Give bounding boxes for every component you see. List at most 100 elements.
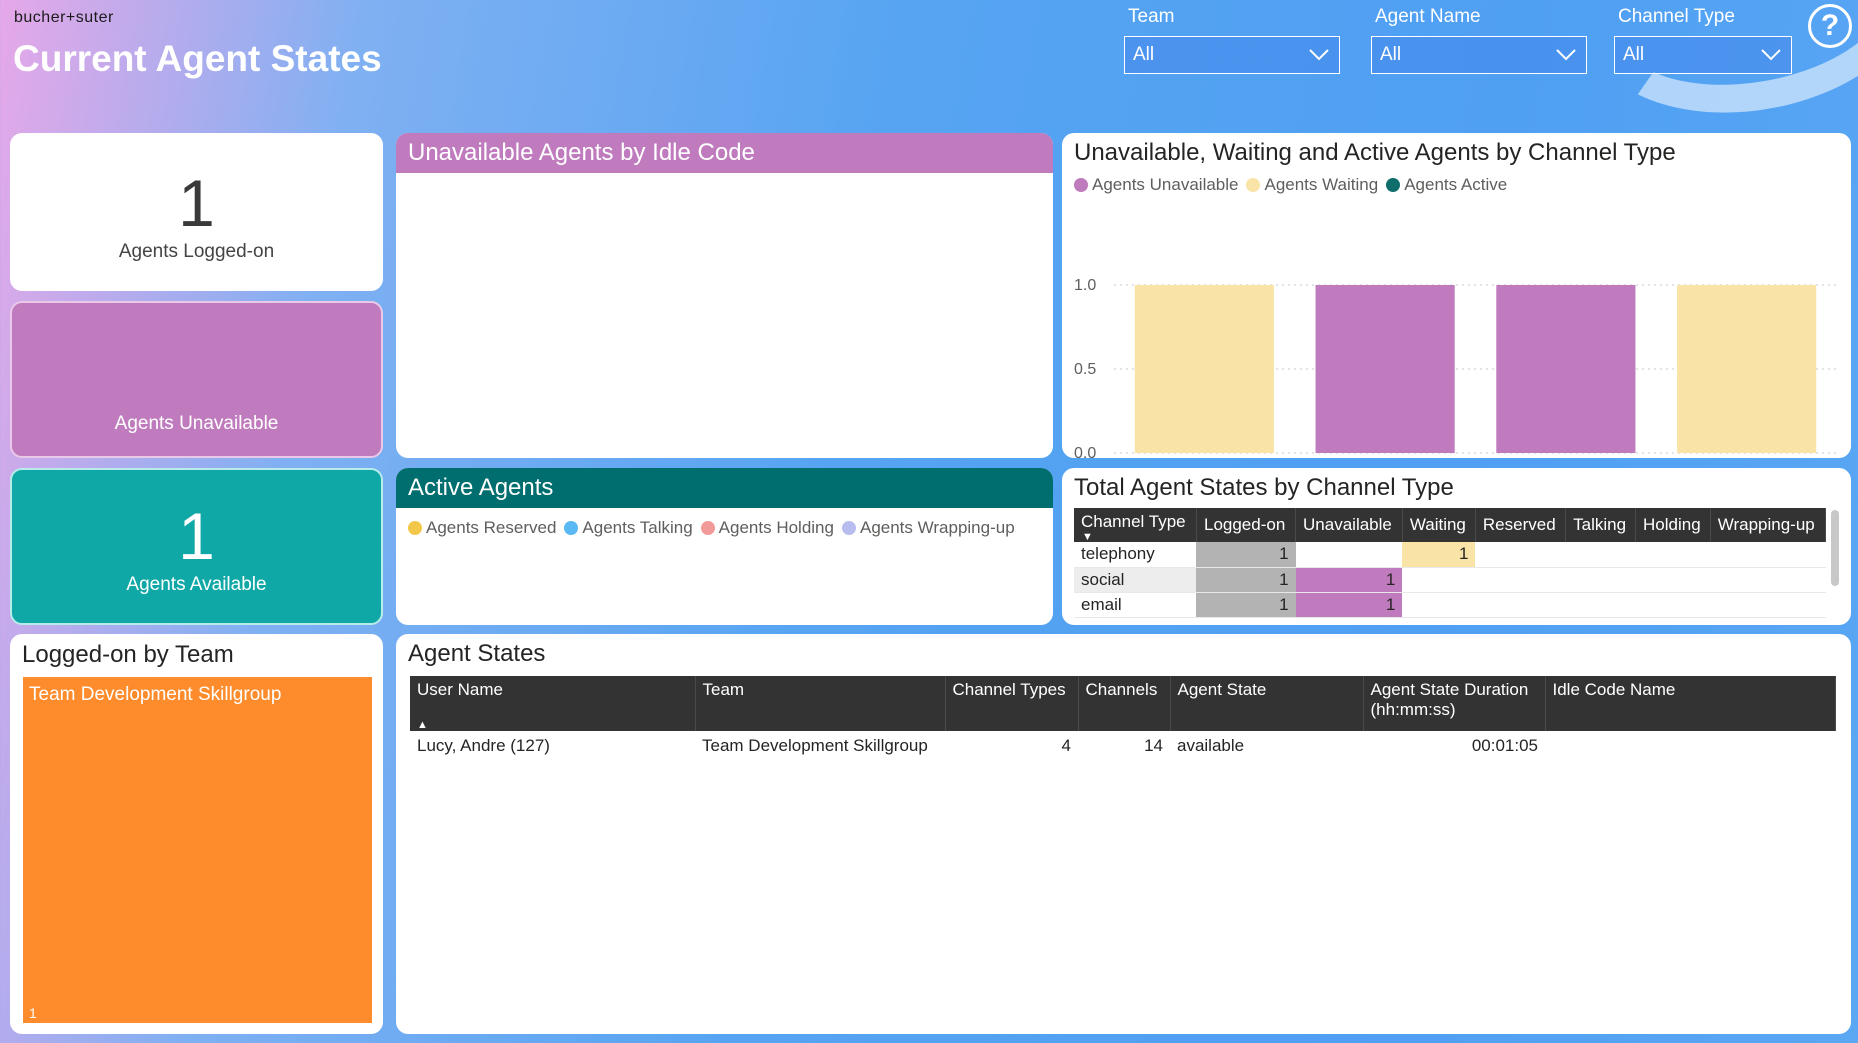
agent-states-panel: Agent States User Name ▲ Team Channel Typ… bbox=[396, 634, 1851, 1034]
channel-bar-chart: 1.00.50.0telephonysocialemailchatChannel… bbox=[1074, 277, 1837, 458]
y-tick-label: 1.0 bbox=[1074, 277, 1096, 294]
logged-on-by-team-panel: Logged-on by Team Team Development Skill… bbox=[10, 634, 383, 1034]
bar bbox=[1134, 285, 1274, 453]
channel-chart-panel: Unavailable, Waiting and Active Agents b… bbox=[1062, 133, 1851, 458]
table-cell bbox=[1565, 567, 1636, 593]
legend-item-wrapping-up[interactable]: Agents Wrapping-up bbox=[841, 518, 1015, 538]
table-row[interactable]: telephony 1 1 bbox=[1074, 542, 1826, 568]
col-team[interactable]: Team bbox=[695, 676, 946, 731]
table-cell: Lucy, Andre (127) bbox=[417, 736, 550, 755]
table-cell: telephony bbox=[1074, 542, 1197, 568]
table-cell bbox=[1475, 567, 1566, 593]
table-cell bbox=[1565, 592, 1636, 618]
legend-item-talking[interactable]: Agents Talking bbox=[564, 518, 693, 538]
y-tick-label: 0.0 bbox=[1074, 445, 1096, 458]
agents-unavailable-value bbox=[12, 333, 381, 413]
legend-label: Agents Holding bbox=[718, 518, 834, 537]
legend-dot bbox=[564, 521, 579, 535]
legend-label: Agents Unavailable bbox=[1092, 175, 1239, 194]
legend-item-active[interactable]: Agents Active bbox=[1386, 175, 1507, 195]
table-row[interactable]: social 1 1 bbox=[1074, 567, 1826, 593]
col-agent-state[interactable]: Agent State bbox=[1170, 676, 1364, 731]
table-cell: 1 bbox=[1295, 592, 1403, 618]
agents-logged-on-value: 1 bbox=[178, 166, 215, 240]
idle-code-panel: Unavailable Agents by Idle Code bbox=[396, 133, 1053, 458]
totals-col-channel-type[interactable]: Channel Type ▼ bbox=[1074, 508, 1197, 543]
legend-label: Agents Wrapping-up bbox=[859, 518, 1015, 537]
totals-col-waiting[interactable]: Waiting bbox=[1402, 508, 1476, 542]
agents-logged-on-card: 1 Agents Logged-on bbox=[10, 133, 383, 291]
column-label: User Name bbox=[417, 680, 503, 699]
team-dropdown-value: All bbox=[1133, 44, 1155, 65]
bar bbox=[1315, 285, 1455, 453]
table-cell bbox=[1565, 542, 1636, 568]
agent-name-filter-label: Agent Name bbox=[1375, 6, 1481, 27]
table-cell bbox=[1475, 542, 1566, 568]
agent-states-table: User Name ▲ Team Channel Types Channels A… bbox=[410, 676, 1836, 761]
logged-on-by-team-title: Logged-on by Team bbox=[22, 641, 234, 668]
totals-header-row: Channel Type ▼ Logged-on Unavailable Wait… bbox=[1074, 508, 1827, 543]
agent-states-header-row: User Name ▲ Team Channel Types Channels A… bbox=[410, 676, 1836, 731]
col-idle-code-name[interactable]: Idle Code Name bbox=[1545, 676, 1836, 731]
legend-dot bbox=[700, 521, 715, 535]
legend-label: Agents Waiting bbox=[1264, 175, 1379, 194]
legend-dot bbox=[1386, 178, 1401, 192]
table-cell: 1 bbox=[1196, 567, 1296, 593]
channel-type-dropdown[interactable]: All bbox=[1614, 36, 1792, 74]
agents-logged-on-label: Agents Logged-on bbox=[118, 241, 275, 262]
table-cell: Team Development Skillgroup bbox=[702, 736, 928, 755]
legend-label: Agents Talking bbox=[582, 518, 693, 537]
legend-item-reserved[interactable]: Agents Reserved bbox=[408, 518, 556, 538]
table-cell bbox=[1710, 567, 1826, 593]
col-channel-types[interactable]: Channel Types bbox=[945, 676, 1079, 731]
table-cell: 14 bbox=[1144, 736, 1163, 755]
agents-available-card: 1 Agents Available bbox=[10, 468, 383, 625]
totals-table: Channel Type ▼ Logged-on Unavailable Wait… bbox=[1074, 508, 1827, 618]
totals-col-holding[interactable]: Holding bbox=[1635, 508, 1711, 542]
col-channels[interactable]: Channels bbox=[1078, 676, 1171, 731]
page-title: Current Agent States bbox=[13, 38, 382, 79]
col-user-name[interactable]: User Name ▲ bbox=[410, 676, 696, 731]
legend-item-waiting[interactable]: Agents Waiting bbox=[1246, 175, 1378, 195]
col-agent-state-duration[interactable]: Agent State Duration (hh:mm:ss) bbox=[1363, 676, 1546, 731]
team-dropdown[interactable]: All bbox=[1124, 36, 1340, 74]
table-cell bbox=[1635, 567, 1711, 593]
legend-item-holding[interactable]: Agents Holding bbox=[700, 518, 834, 538]
agent-name-filter: Agent Name All bbox=[1371, 6, 1587, 74]
legend-label: Agents Active bbox=[1404, 175, 1508, 194]
chevron-down-icon bbox=[1309, 49, 1329, 61]
y-tick-label: 0.5 bbox=[1074, 361, 1096, 378]
agents-available-label: Agents Available bbox=[126, 574, 267, 595]
team-treemap-tile[interactable]: Team Development Skillgroup 1 bbox=[23, 677, 372, 1023]
help-button[interactable]: ? bbox=[1808, 4, 1852, 48]
totals-col-logged-on[interactable]: Logged-on bbox=[1196, 508, 1297, 542]
chevron-down-icon bbox=[1761, 49, 1781, 61]
team-tile-label: Team Development Skillgroup bbox=[29, 684, 282, 705]
sort-asc-icon: ▲ bbox=[417, 719, 428, 731]
agent-states-title: Agent States bbox=[408, 640, 546, 667]
table-row[interactable]: Lucy, Andre (127) Team Development Skill… bbox=[410, 731, 1836, 761]
totals-col-talking[interactable]: Talking bbox=[1565, 508, 1636, 542]
table-cell bbox=[1475, 592, 1566, 618]
idle-code-title: Unavailable Agents by Idle Code bbox=[396, 133, 1053, 173]
active-agents-title: Active Agents bbox=[396, 468, 1053, 508]
channel-type-filter: Channel Type All bbox=[1614, 6, 1792, 74]
totals-scrollbar[interactable] bbox=[1831, 510, 1839, 586]
table-cell bbox=[1710, 592, 1826, 618]
table-cell bbox=[1545, 731, 1836, 761]
totals-col-reserved[interactable]: Reserved bbox=[1475, 508, 1567, 542]
sort-desc-icon: ▼ bbox=[1082, 531, 1093, 543]
totals-col-unavailable[interactable]: Unavailable bbox=[1295, 508, 1403, 542]
table-cell bbox=[1295, 542, 1403, 568]
active-agents-legend: Agents Reserved Agents Talking Agents Ho… bbox=[396, 518, 1053, 538]
agents-unavailable-label: Agents Unavailable bbox=[114, 413, 279, 434]
legend-item-unavailable[interactable]: Agents Unavailable bbox=[1074, 175, 1238, 195]
channel-chart-legend: Agents Unavailable Agents Waiting Agents… bbox=[1062, 175, 1851, 195]
table-cell: 1 bbox=[1196, 542, 1296, 568]
totals-col-wrapping-up[interactable]: Wrapping-up bbox=[1710, 508, 1827, 542]
table-row[interactable]: email 1 1 bbox=[1074, 592, 1826, 618]
agent-name-dropdown[interactable]: All bbox=[1371, 36, 1587, 74]
table-cell bbox=[1402, 592, 1476, 618]
channel-chart-title: Unavailable, Waiting and Active Agents b… bbox=[1074, 139, 1676, 166]
chevron-down-icon bbox=[1556, 49, 1576, 61]
